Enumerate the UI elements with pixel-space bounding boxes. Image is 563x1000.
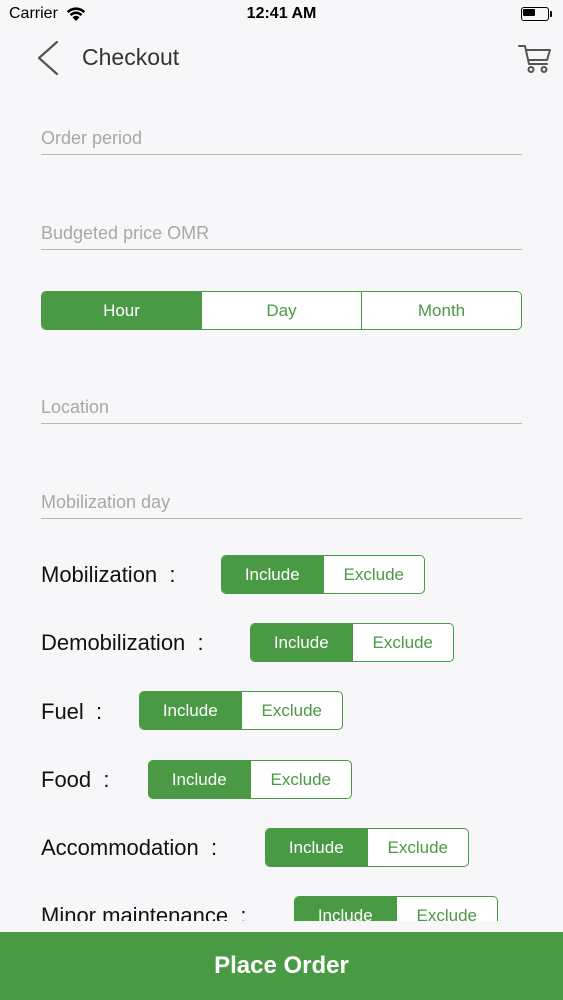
accommodation-label: Accommodation : <box>41 835 218 860</box>
period-month-segment[interactable]: Month <box>361 292 521 329</box>
status-time: 12:41 AM <box>246 5 317 22</box>
food-label: Food : <box>41 767 110 792</box>
minor-maintenance-exclude-segment[interactable]: Exclude <box>395 897 498 921</box>
battery-icon <box>521 7 553 21</box>
food-include-segment[interactable]: Include <box>149 761 250 798</box>
demobilization-toggle[interactable]: Include Exclude <box>250 623 454 662</box>
minor-maintenance-toggle[interactable]: Include Exclude <box>294 896 498 921</box>
food-exclude-segment[interactable]: Exclude <box>249 761 352 798</box>
nav-bar: Checkout <box>0 30 563 88</box>
period-hour-segment[interactable]: Hour <box>42 292 201 329</box>
order-period-input[interactable] <box>41 115 522 154</box>
place-order-button[interactable]: Place Order <box>0 932 563 1000</box>
mobilization-toggle[interactable]: Include Exclude <box>221 555 425 594</box>
food-toggle[interactable]: Include Exclude <box>148 760 352 799</box>
back-arrow-icon[interactable] <box>33 40 63 76</box>
location-input[interactable] <box>41 384 522 423</box>
fuel-exclude-segment[interactable]: Exclude <box>240 692 343 729</box>
period-day-segment[interactable]: Day <box>201 292 361 329</box>
status-bar: Carrier 12:41 AM <box>0 0 563 30</box>
budgeted-price-input[interactable] <box>41 210 522 249</box>
mobilization-include-segment[interactable]: Include <box>222 556 323 593</box>
accommodation-include-segment[interactable]: Include <box>266 829 367 866</box>
order-period-field[interactable] <box>41 115 522 155</box>
fuel-label: Fuel : <box>41 699 103 724</box>
demobilization-include-segment[interactable]: Include <box>251 624 352 661</box>
checkout-scroll-area[interactable]: Carrier 12:41 AM Checkout Order period B… <box>0 0 563 921</box>
location-field[interactable] <box>41 384 522 424</box>
mobilization-label: Mobilization : <box>41 562 176 587</box>
accommodation-toggle[interactable]: Include Exclude <box>265 828 469 867</box>
minor-maintenance-include-segment[interactable]: Include <box>295 897 396 921</box>
mobilization-exclude-segment[interactable]: Exclude <box>322 556 425 593</box>
demobilization-exclude-segment[interactable]: Exclude <box>351 624 454 661</box>
accommodation-exclude-segment[interactable]: Exclude <box>366 829 469 866</box>
fuel-toggle[interactable]: Include Exclude <box>139 691 343 730</box>
demobilization-label: Demobilization : <box>41 630 204 655</box>
mobilization-day-field[interactable] <box>41 479 522 519</box>
page-title: Checkout <box>82 44 180 70</box>
mobilization-day-input[interactable] <box>41 479 522 518</box>
fuel-include-segment[interactable]: Include <box>140 692 241 729</box>
minor-maintenance-label: Minor maintenance : <box>41 903 247 921</box>
cart-icon[interactable] <box>517 40 553 76</box>
period-unit-segmented-control[interactable]: Hour Day Month <box>41 291 522 330</box>
budgeted-price-field[interactable] <box>41 210 522 250</box>
